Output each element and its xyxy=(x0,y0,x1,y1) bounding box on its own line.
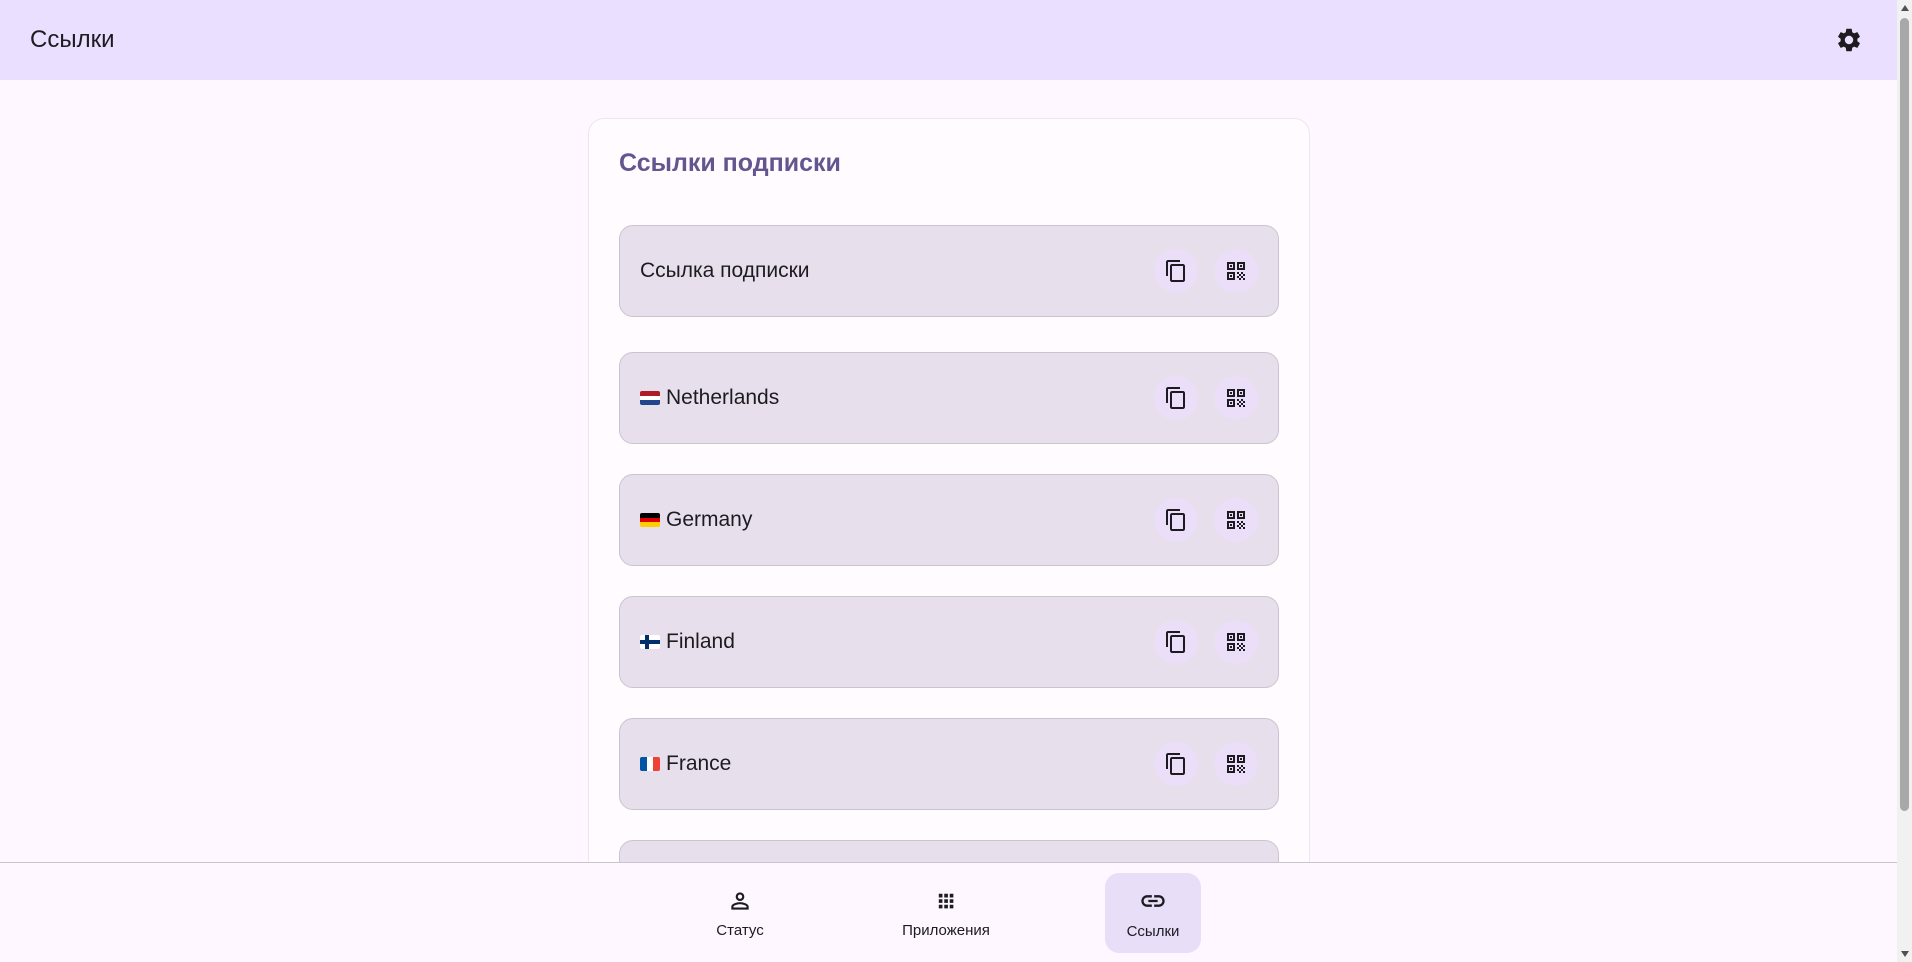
apps-grid-icon xyxy=(938,893,954,908)
france-flag-icon xyxy=(640,757,660,771)
gear-icon xyxy=(1838,28,1860,52)
copy-icon xyxy=(1166,509,1185,531)
card-title: Ссылки подписки xyxy=(619,149,841,177)
scrollbar-thumb[interactable] xyxy=(1900,18,1909,811)
main-content: Ссылки подписки Ссылка подписки Netherla… xyxy=(0,80,1897,862)
copy-icon xyxy=(1166,753,1185,775)
link-row-finland: Finland xyxy=(619,596,1279,688)
page-title: Ссылки xyxy=(30,26,115,53)
copy-icon xyxy=(1166,260,1185,282)
qr-code-icon xyxy=(1227,389,1245,407)
qr-code-button[interactable] xyxy=(1214,249,1258,293)
scrollbar[interactable] xyxy=(1897,0,1912,962)
copy-icon xyxy=(1166,387,1185,409)
nav-label: Приложения xyxy=(902,921,990,939)
bottom-navigation: Статус Приложения Ссылки xyxy=(0,862,1897,962)
nav-item-status[interactable]: Статус xyxy=(692,873,788,953)
scroll-up-arrow-icon[interactable] xyxy=(1897,0,1912,16)
copy-icon xyxy=(1166,631,1185,653)
nav-item-apps[interactable]: Приложения xyxy=(898,873,994,953)
copy-button[interactable] xyxy=(1154,742,1198,786)
qr-code-button[interactable] xyxy=(1214,376,1258,420)
qr-code-button[interactable] xyxy=(1214,742,1258,786)
copy-button[interactable] xyxy=(1154,249,1198,293)
qr-code-icon xyxy=(1227,633,1245,651)
subscription-links-card: Ссылки подписки Ссылка подписки Netherla… xyxy=(588,118,1310,862)
qr-code-button[interactable] xyxy=(1214,498,1258,542)
germany-flag-icon xyxy=(640,513,660,527)
link-label: Germany xyxy=(666,508,753,531)
scroll-down-arrow-icon[interactable] xyxy=(1897,946,1912,962)
link-row-partial xyxy=(619,840,1279,862)
link-icon xyxy=(1141,894,1165,907)
top-app-bar: Ссылки xyxy=(0,0,1897,80)
copy-button[interactable] xyxy=(1154,620,1198,664)
link-label: Finland xyxy=(666,630,735,653)
qr-code-icon xyxy=(1227,511,1245,529)
copy-button[interactable] xyxy=(1154,498,1198,542)
settings-button[interactable] xyxy=(1829,20,1869,60)
nav-label: Ссылки xyxy=(1126,922,1180,940)
finland-flag-icon xyxy=(640,635,660,649)
link-row-germany: Germany xyxy=(619,474,1279,566)
link-label: France xyxy=(666,752,732,775)
link-row-france: France xyxy=(619,718,1279,810)
link-row-netherlands: Netherlands xyxy=(619,352,1279,444)
nav-item-links[interactable]: Ссылки xyxy=(1105,873,1201,953)
qr-code-button[interactable] xyxy=(1214,620,1258,664)
qr-code-icon xyxy=(1227,755,1245,773)
copy-button[interactable] xyxy=(1154,376,1198,420)
link-label: Netherlands xyxy=(666,386,780,409)
qr-code-icon xyxy=(1227,262,1245,280)
netherlands-flag-icon xyxy=(640,391,660,405)
link-label: Ссылка подписки xyxy=(640,259,810,282)
person-icon xyxy=(731,891,749,910)
link-row-subscription: Ссылка подписки xyxy=(619,225,1279,317)
nav-label: Статус xyxy=(716,921,764,939)
